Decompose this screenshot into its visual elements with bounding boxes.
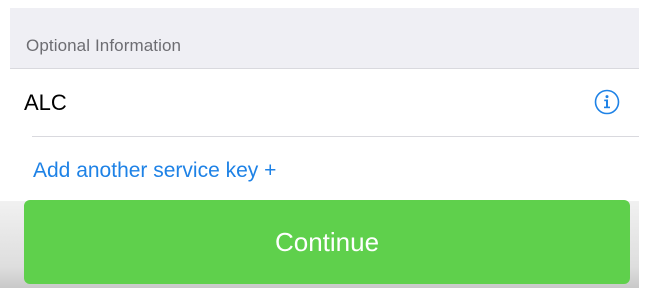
section-header-label: Optional Information <box>26 36 182 55</box>
right-edge <box>639 0 645 288</box>
add-service-key-row[interactable]: Add another service key + <box>10 137 639 201</box>
continue-button-label: Continue <box>274 227 380 257</box>
service-key-value: ALC <box>24 90 67 115</box>
continue-button[interactable]: Continue <box>24 200 630 284</box>
section-header: Optional Information <box>10 8 639 69</box>
service-key-row[interactable]: ALC <box>10 69 639 137</box>
screen: Optional Information ALC Add another ser… <box>0 0 645 288</box>
top-edge <box>0 0 645 8</box>
info-icon[interactable] <box>594 89 620 115</box>
add-service-key-link[interactable]: Add another service key + <box>33 159 276 183</box>
